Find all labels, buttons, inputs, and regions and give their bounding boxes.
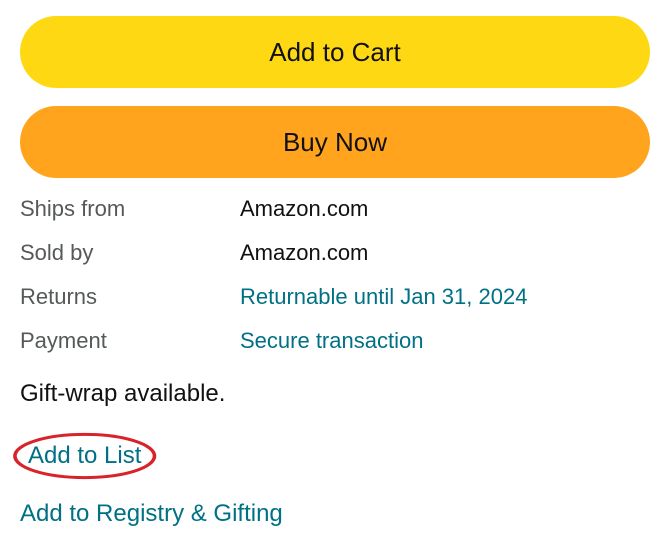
add-to-cart-button[interactable]: Add to Cart — [20, 16, 650, 88]
returns-value[interactable]: Returnable until Jan 31, 2024 — [240, 284, 650, 310]
payment-value[interactable]: Secure transaction — [240, 328, 650, 354]
ships-from-value: Amazon.com — [240, 196, 650, 222]
add-to-list-row: Add to List — [20, 438, 650, 474]
highlight-annotation: Add to List — [20, 438, 149, 474]
sold-by-value: Amazon.com — [240, 240, 650, 266]
buy-now-label: Buy Now — [283, 127, 387, 158]
buy-now-button[interactable]: Buy Now — [20, 106, 650, 178]
sold-by-label: Sold by — [20, 240, 240, 266]
add-to-registry-link[interactable]: Add to Registry & Gifting — [20, 500, 283, 528]
payment-label: Payment — [20, 328, 240, 354]
add-to-list-link[interactable]: Add to List — [28, 442, 141, 470]
gift-wrap-text: Gift-wrap available. — [20, 380, 650, 408]
add-to-registry-row: Add to Registry & Gifting — [20, 500, 650, 528]
ships-from-label: Ships from — [20, 196, 240, 222]
returns-label: Returns — [20, 284, 240, 310]
add-to-cart-label: Add to Cart — [269, 37, 401, 68]
seller-info-grid: Ships from Amazon.com Sold by Amazon.com… — [20, 196, 650, 354]
